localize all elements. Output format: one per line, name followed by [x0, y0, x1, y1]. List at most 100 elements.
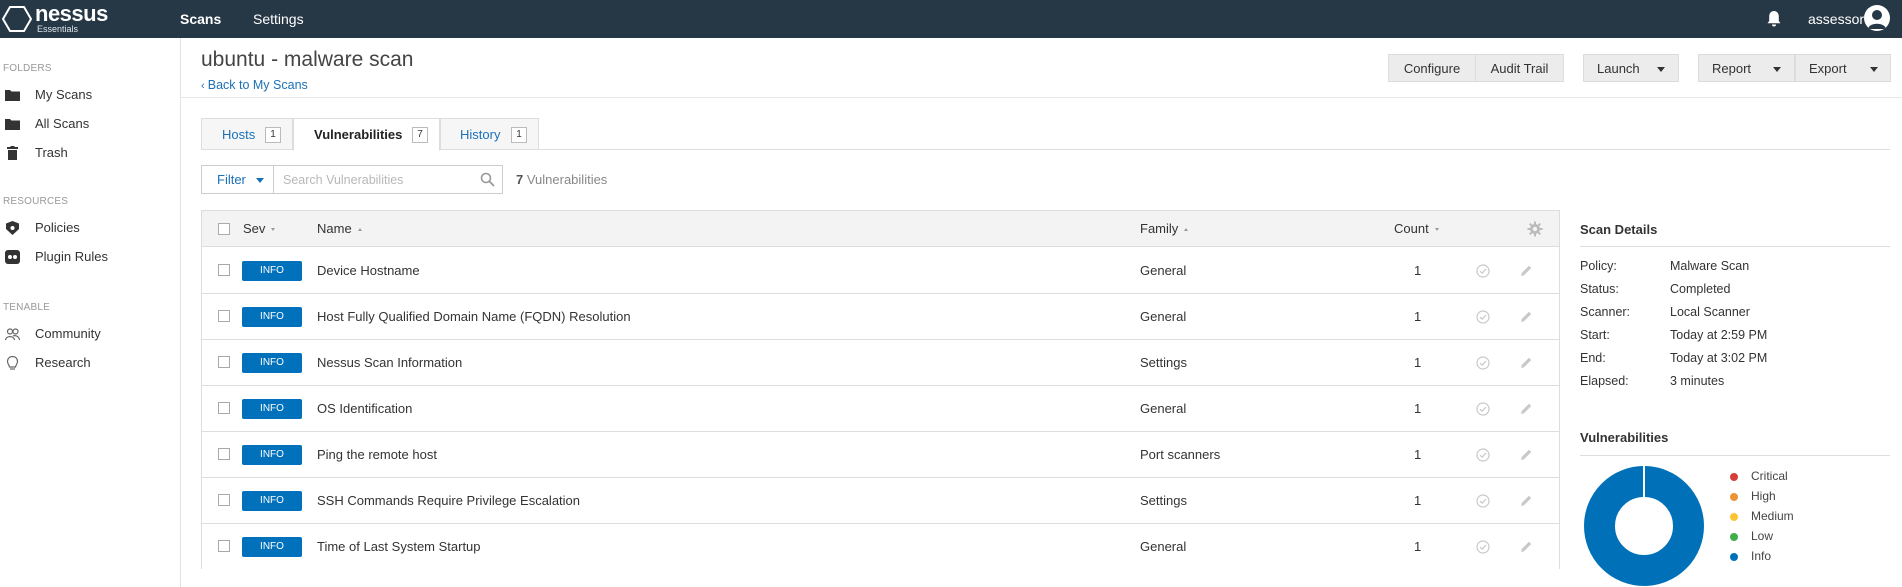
- vulnerability-name[interactable]: SSH Commands Require Privilege Escalatio…: [317, 478, 580, 524]
- sort-icon: [1434, 228, 1439, 232]
- nav-scans[interactable]: Scans: [180, 0, 221, 38]
- vulnerability-count-label: Vulnerabilities: [526, 172, 608, 187]
- audit-trail-button[interactable]: Audit Trail: [1475, 54, 1564, 82]
- back-to-my-scans-link[interactable]: ‹ Back to My Scans: [201, 78, 308, 92]
- pencil-icon[interactable]: [1519, 356, 1533, 370]
- table-row[interactable]: INFO Host Fully Qualified Domain Name (FQ…: [202, 294, 1559, 340]
- vulnerability-count: 1: [1414, 539, 1422, 554]
- top-navigation-bar: nessus Essentials Scans Settings assesso…: [0, 0, 1902, 38]
- scan-detail-label: Start:: [1580, 328, 1610, 342]
- check-circle-icon[interactable]: [1476, 402, 1490, 416]
- launch-button[interactable]: Launch: [1583, 54, 1679, 82]
- table-row[interactable]: INFO Time of Last System Startup General 1: [202, 524, 1559, 570]
- column-header-label: Count: [1394, 221, 1429, 236]
- pencil-icon[interactable]: [1519, 494, 1533, 508]
- scan-detail-value: Today at 2:59 PM: [1670, 328, 1768, 342]
- sidebar-item-research[interactable]: Research: [0, 351, 180, 375]
- sidebar-item-all-scans[interactable]: All Scans: [0, 112, 180, 136]
- scan-detail-value: Malware Scan: [1670, 259, 1750, 273]
- username[interactable]: assessor: [1808, 0, 1864, 38]
- filter-dropdown-button[interactable]: Filter: [201, 165, 274, 194]
- table-row[interactable]: INFO OS Identification General 1: [202, 386, 1559, 432]
- sort-icon: [357, 228, 362, 232]
- row-checkbox[interactable]: [218, 264, 230, 276]
- vulnerability-name[interactable]: Ping the remote host: [317, 432, 437, 478]
- report-button[interactable]: Report: [1698, 54, 1795, 82]
- pencil-icon[interactable]: [1519, 264, 1533, 278]
- row-checkbox[interactable]: [218, 310, 230, 322]
- pencil-icon[interactable]: [1519, 310, 1533, 324]
- legend-dot: [1730, 473, 1738, 481]
- vulnerability-name[interactable]: OS Identification: [317, 386, 412, 432]
- vulnerability-name[interactable]: Time of Last System Startup: [317, 524, 481, 570]
- export-button[interactable]: Export: [1795, 54, 1891, 82]
- search-icon[interactable]: [480, 172, 495, 187]
- vulnerabilities-table: Sev Name Family Count INFO Device Hostnam…: [201, 210, 1560, 570]
- sidebar-item-my-scans[interactable]: My Scans: [0, 83, 180, 107]
- pencil-icon[interactable]: [1519, 402, 1533, 416]
- vulnerability-count: 1: [1414, 263, 1422, 278]
- check-circle-icon[interactable]: [1476, 264, 1490, 278]
- vulnerability-name[interactable]: Host Fully Qualified Domain Name (FQDN) …: [317, 294, 631, 340]
- legend-label: Medium: [1751, 509, 1794, 523]
- check-circle-icon[interactable]: [1476, 448, 1490, 462]
- sidebar-item-trash[interactable]: Trash: [0, 141, 180, 165]
- sidebar-item-plugin-rules[interactable]: Plugin Rules: [0, 245, 180, 269]
- pencil-icon[interactable]: [1519, 540, 1533, 554]
- search-vulnerabilities-input[interactable]: [274, 165, 503, 194]
- row-checkbox[interactable]: [218, 448, 230, 460]
- vulnerability-count: 1: [1414, 309, 1422, 324]
- check-circle-icon[interactable]: [1476, 310, 1490, 324]
- scan-details-title: Scan Details: [1580, 222, 1658, 237]
- sidebar-item-community[interactable]: Community: [0, 322, 180, 346]
- vulnerability-family: General: [1140, 309, 1187, 324]
- severity-badge: INFO: [242, 307, 302, 327]
- sidebar-item-label: Community: [35, 326, 101, 341]
- vulnerability-name[interactable]: Nessus Scan Information: [317, 340, 462, 386]
- column-header-label: Sev: [243, 221, 266, 236]
- page-title: ubuntu - malware scan: [201, 48, 414, 71]
- severity-badge: INFO: [242, 445, 302, 465]
- check-circle-icon[interactable]: [1476, 540, 1490, 554]
- check-circle-icon[interactable]: [1476, 494, 1490, 508]
- row-checkbox[interactable]: [218, 402, 230, 414]
- vulnerabilities-panel-title: Vulnerabilities: [1580, 430, 1669, 445]
- vulnerabilities-donut-chart[interactable]: [1584, 466, 1704, 586]
- table-row[interactable]: INFO SSH Commands Require Privilege Escal…: [202, 478, 1559, 524]
- row-checkbox[interactable]: [218, 356, 230, 368]
- vulnerability-family: General: [1140, 263, 1187, 278]
- severity-badge: INFO: [242, 353, 302, 373]
- row-checkbox[interactable]: [218, 494, 230, 506]
- notifications-bell-icon[interactable]: [1766, 10, 1782, 28]
- pencil-icon[interactable]: [1519, 448, 1533, 462]
- sidebar-heading-tenable: TENABLE: [3, 302, 50, 313]
- sidebar-item-policies[interactable]: Policies: [0, 216, 180, 240]
- user-avatar-icon[interactable]: [1864, 5, 1890, 31]
- check-circle-icon[interactable]: [1476, 356, 1490, 370]
- tab-history[interactable]: History 1: [440, 118, 539, 150]
- vulnerability-name[interactable]: Device Hostname: [317, 248, 420, 294]
- severity-badge: INFO: [242, 537, 302, 557]
- configure-button[interactable]: Configure: [1388, 54, 1476, 82]
- table-row[interactable]: INFO Nessus Scan Information Settings 1: [202, 340, 1559, 386]
- legend-label: Critical: [1751, 469, 1788, 483]
- select-all-checkbox[interactable]: [218, 223, 230, 235]
- nessus-hexagon-icon: [2, 6, 32, 32]
- tab-vulnerabilities[interactable]: Vulnerabilities 7: [293, 118, 440, 151]
- column-header-sev[interactable]: Sev: [243, 211, 276, 247]
- plugin-rules-icon: [5, 250, 20, 264]
- row-checkbox[interactable]: [218, 540, 230, 552]
- export-button-label: Export: [1809, 61, 1847, 76]
- column-header-name[interactable]: Name: [317, 211, 362, 247]
- tab-count-badge: 1: [265, 127, 281, 143]
- nav-settings[interactable]: Settings: [253, 0, 304, 38]
- table-row[interactable]: INFO Device Hostname General 1: [202, 248, 1559, 294]
- column-header-label: Family: [1140, 221, 1179, 236]
- column-header-family[interactable]: Family: [1140, 211, 1189, 247]
- column-header-count[interactable]: Count: [1394, 211, 1439, 247]
- gear-icon[interactable]: [1527, 221, 1543, 237]
- column-header-label: Name: [317, 221, 352, 236]
- table-row[interactable]: INFO Ping the remote host Port scanners 1: [202, 432, 1559, 478]
- tab-hosts[interactable]: Hosts 1: [201, 118, 293, 150]
- nessus-logo[interactable]: nessus Essentials: [2, 3, 112, 35]
